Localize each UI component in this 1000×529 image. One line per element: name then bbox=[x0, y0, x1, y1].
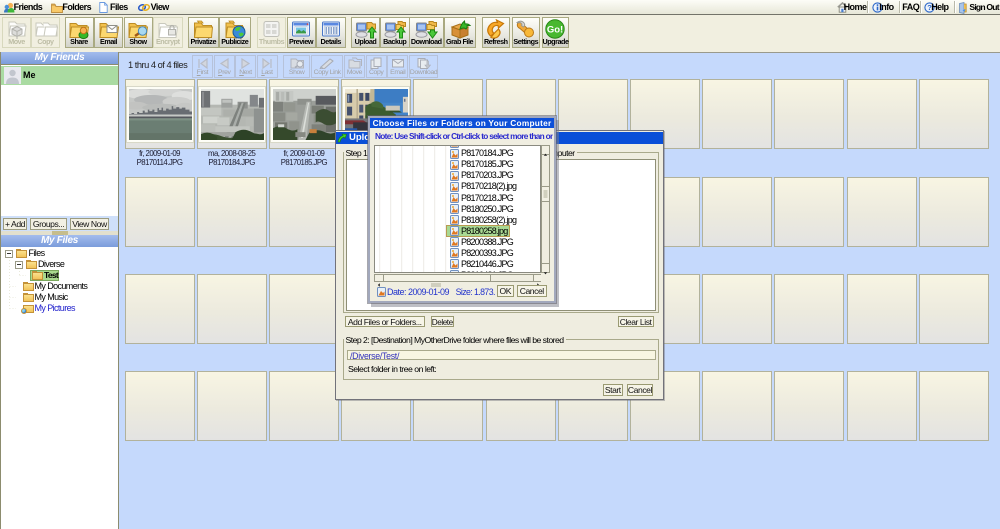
svg-text:Go!: Go! bbox=[547, 25, 563, 36]
